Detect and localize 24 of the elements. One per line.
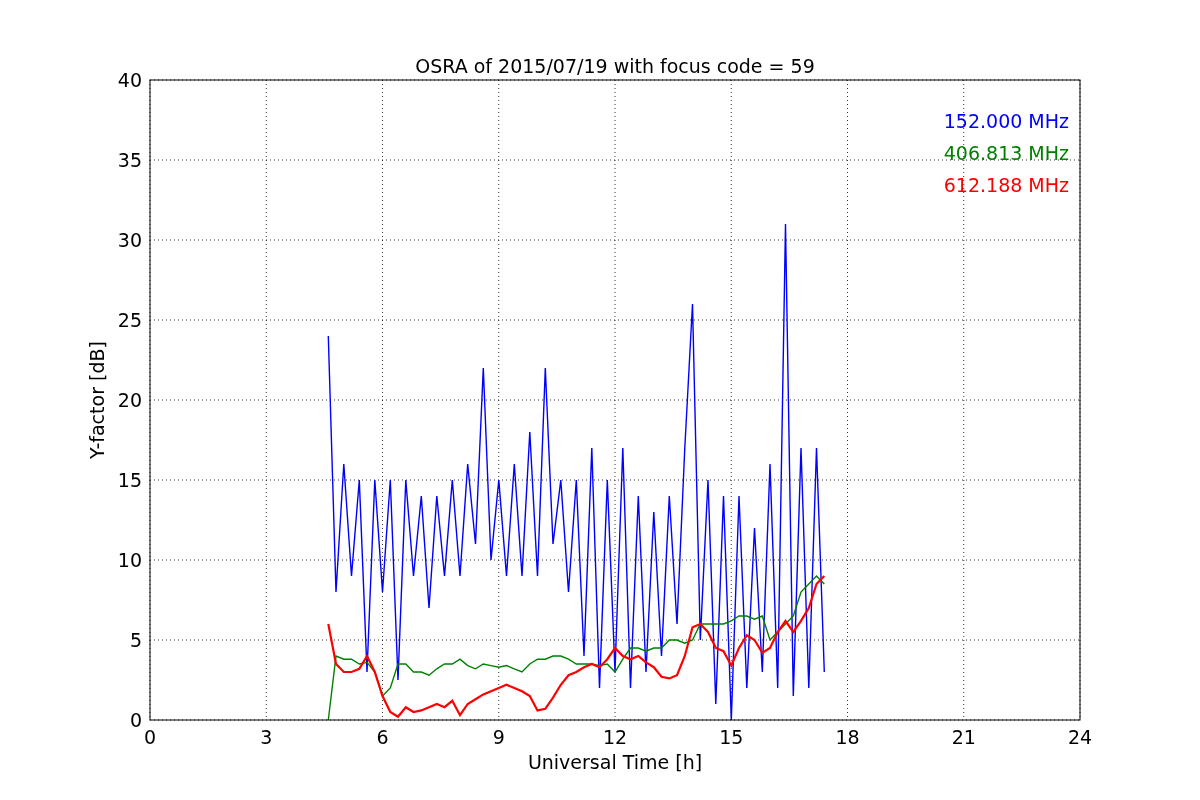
legend-label: 612.188 MHz xyxy=(943,174,1069,196)
tick-label: 9 xyxy=(492,726,505,748)
tick-label: 21 xyxy=(951,726,976,748)
tick-label: 20 xyxy=(117,389,142,411)
tick-label: 18 xyxy=(835,726,860,748)
tick-label: 30 xyxy=(117,229,142,251)
tick-label: 3 xyxy=(260,726,273,748)
chart-title: OSRA of 2015/07/19 with focus code = 59 xyxy=(415,55,815,77)
tick-label: 0 xyxy=(143,726,157,748)
tick-label: 15 xyxy=(719,726,744,748)
tick-label: 40 xyxy=(117,69,142,91)
axis-label: Y-factor [dB] xyxy=(86,341,108,459)
tick-label: 12 xyxy=(602,726,628,748)
tick-label: 24 xyxy=(1067,726,1093,748)
axis-label: Universal Time [h] xyxy=(527,751,703,773)
tick-label: 35 xyxy=(117,149,142,171)
legend-label: 406.813 MHz xyxy=(943,142,1069,164)
tick-label: 10 xyxy=(117,549,142,571)
tick-label: 6 xyxy=(376,726,389,748)
tick-label: 15 xyxy=(117,469,142,491)
tick-label: 25 xyxy=(117,309,142,331)
tick-label: 0 xyxy=(129,709,142,731)
legend-label: 152.000 MHz xyxy=(943,110,1069,132)
tick-label: 5 xyxy=(129,629,142,651)
